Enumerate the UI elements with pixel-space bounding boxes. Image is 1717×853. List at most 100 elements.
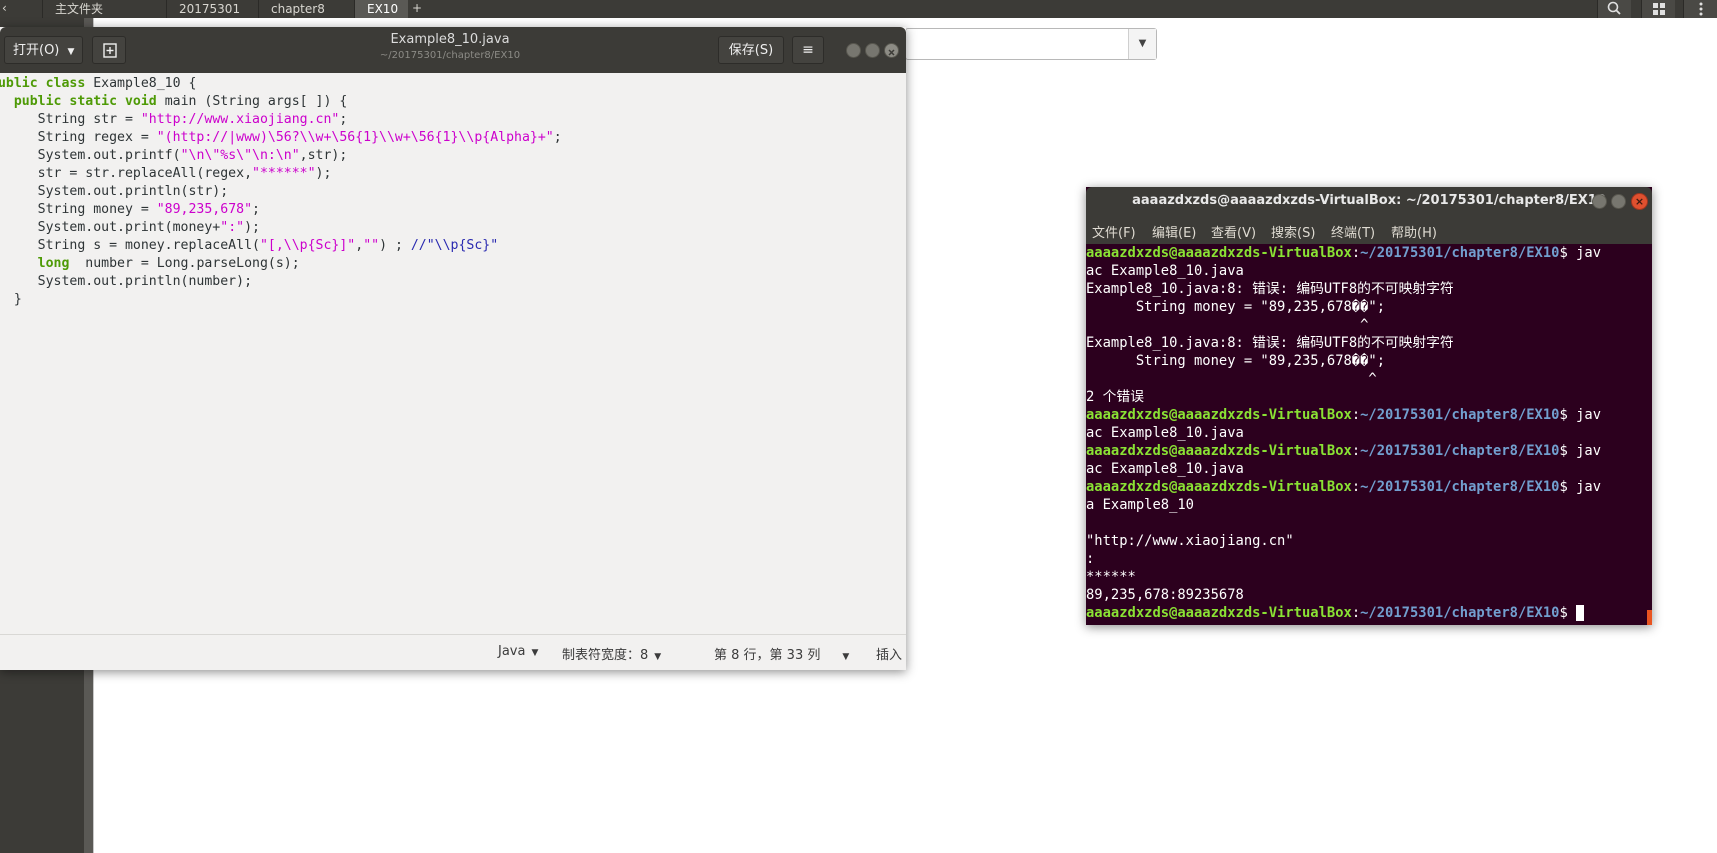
minimize-button[interactable] xyxy=(1592,194,1607,209)
text-segment: : xyxy=(1351,407,1361,423)
terminal-scrollbar[interactable] xyxy=(1647,610,1652,625)
overflow-menu-button[interactable] xyxy=(1683,0,1717,18)
text-segment: , xyxy=(355,238,364,253)
text-segment: System.out.printf( xyxy=(0,148,181,163)
tab-width-selector[interactable]: 制表符宽度：8 ▼ xyxy=(562,644,661,663)
breadcrumb-home[interactable]: 主文件夹 xyxy=(42,0,166,18)
maximize-button[interactable] xyxy=(1611,194,1626,209)
text-segment: ^ xyxy=(1086,371,1377,387)
code-line: str = str.replaceAll(regex,"******"); xyxy=(0,165,562,183)
terminal-text[interactable]: aaaazdxzds@aaaazdxzds-VirtualBox:~/20175… xyxy=(1086,244,1601,622)
text-segment: String money = "89,235,678��"; xyxy=(1086,299,1386,315)
text-segment: "89,235,678" xyxy=(156,202,253,217)
menu-edit[interactable]: 编辑(E) xyxy=(1152,222,1196,241)
close-icon: × xyxy=(1634,195,1645,208)
breadcrumb-chapter8[interactable]: chapter8 xyxy=(258,0,354,18)
text-segment: ; xyxy=(339,112,348,127)
text-segment: 2 个错误 xyxy=(1086,389,1145,405)
menu-search[interactable]: 搜索(S) xyxy=(1271,222,1315,241)
hamburger-menu-icon: ≡ xyxy=(802,42,814,58)
terminal-titlebar: aaaazdxzds@aaaazdxzds-VirtualBox: ~/2017… xyxy=(1086,187,1652,216)
save-button[interactable]: 保存(S) xyxy=(718,36,784,64)
maximize-button[interactable] xyxy=(865,43,880,58)
close-button[interactable] xyxy=(884,43,899,58)
tab-width-label: 制表符宽度：8 xyxy=(562,648,649,663)
menu-terminal[interactable]: 终端(T) xyxy=(1331,222,1375,241)
code-line: String regex = "(http://|www)\56?\\w+\56… xyxy=(0,129,562,147)
terminal-output[interactable]: aaaazdxzds@aaaazdxzds-VirtualBox:~/20175… xyxy=(1086,244,1652,625)
text-segment: public static void xyxy=(13,94,157,109)
text-segment: ,str); xyxy=(299,148,348,163)
terminal-line: ac Example8_10.java xyxy=(1086,424,1601,442)
text-segment: String str = xyxy=(0,112,141,127)
text-segment: ac Example8_10.java xyxy=(1086,461,1244,477)
chevron-down-icon[interactable]: ▼ xyxy=(1128,29,1156,59)
text-segment: aaaazdxzds@aaaazdxzds-VirtualBox xyxy=(1086,407,1352,423)
terminal-line: ****** xyxy=(1086,568,1601,586)
terminal-line: aaaazdxzds@aaaazdxzds-VirtualBox:~/20175… xyxy=(1086,406,1601,424)
location-combo[interactable]: ▼ xyxy=(905,28,1157,60)
terminal-line: Example8_10.java:8: 错误: 编码UTF8的不可映射字符 xyxy=(1086,334,1601,352)
terminal-line: aaaazdxzds@aaaazdxzds-VirtualBox:~/20175… xyxy=(1086,604,1601,622)
language-selector[interactable]: Java ▼ xyxy=(498,644,538,659)
gedit-headerbar: 打开(O) ▼ Example8_10.java ~/20175301/chap… xyxy=(0,27,906,73)
file-manager-toolbar: ‹ 主文件夹 20175301 chapter8 EX10 + xyxy=(0,0,1717,18)
text-segment: ~/20175301/chapter8/EX10 xyxy=(1360,605,1560,621)
code-line: System.out.println(str); xyxy=(0,183,562,201)
text-segment: ); xyxy=(244,220,260,235)
cursor-position-selector[interactable]: 第 8 行，第 33 列 ▼ xyxy=(714,644,849,663)
breadcrumb-ex10[interactable]: EX10 xyxy=(354,0,408,18)
grid-view-icon xyxy=(1653,3,1665,15)
menu-view[interactable]: 查看(V) xyxy=(1211,222,1256,241)
search-icon xyxy=(1607,1,1621,15)
text-segment: ; xyxy=(553,130,562,145)
text-segment: ~/20175301/chapter8/EX10 xyxy=(1360,443,1560,459)
add-tab-icon[interactable]: + xyxy=(412,0,422,18)
text-segment: "(http://|www)\56?\\w+\56{1}\\w+\56{1}\\… xyxy=(156,130,554,145)
menu-help[interactable]: 帮助(H) xyxy=(1391,222,1437,241)
back-arrow-icon[interactable]: ‹ xyxy=(2,0,7,18)
menu-file[interactable]: 文件(F) xyxy=(1092,222,1136,241)
terminal-line: 2 个错误 xyxy=(1086,388,1601,406)
terminal-line: ^ xyxy=(1086,316,1601,334)
text-segment: String money = xyxy=(0,202,157,217)
text-segment: : xyxy=(1351,443,1361,459)
text-segment: long xyxy=(37,256,70,271)
open-button[interactable]: 打开(O) ▼ xyxy=(4,36,84,64)
search-button[interactable] xyxy=(1597,0,1631,18)
text-segment: "http://www.xiaojiang.cn" xyxy=(140,112,340,127)
close-icon xyxy=(888,49,895,56)
text-segment: ) ; xyxy=(379,238,411,253)
minimize-button[interactable] xyxy=(846,43,861,58)
close-button[interactable]: × xyxy=(1631,193,1648,210)
text-segment: $ xyxy=(1559,605,1577,621)
gedit-statusbar: Java ▼ 制表符宽度：8 ▼ 第 8 行，第 33 列 ▼ 插入 xyxy=(0,634,906,670)
gedit-menu-button[interactable]: ≡ xyxy=(792,36,824,64)
code-line: String money = "89,235,678"; xyxy=(0,201,562,219)
text-segment: 89,235,678:89235678 xyxy=(1086,587,1244,603)
text-segment xyxy=(0,94,14,109)
code-text[interactable]: public class Example8_10 { public static… xyxy=(0,75,562,327)
text-segment: : xyxy=(1351,605,1361,621)
text-segment: aaaazdxzds@aaaazdxzds-VirtualBox xyxy=(1086,245,1352,261)
new-document-button[interactable] xyxy=(92,36,126,64)
code-editor[interactable]: public class Example8_10 { public static… xyxy=(0,73,906,634)
code-line: System.out.printf("\n\"%s\"\n:\n",str); xyxy=(0,147,562,165)
text-segment: ~/20175301/chapter8/EX10 xyxy=(1360,245,1560,261)
insert-mode-label[interactable]: 插入 xyxy=(876,644,902,663)
view-options-button[interactable] xyxy=(1641,0,1675,18)
open-button-label: 打开(O) xyxy=(13,43,60,58)
breadcrumb-20175301[interactable]: 20175301 xyxy=(166,0,258,18)
chevron-down-icon: ▼ xyxy=(67,47,75,57)
text-segment: ); xyxy=(315,166,332,181)
code-line: String s = money.replaceAll("[,\\p{Sc}]"… xyxy=(0,237,562,255)
text-segment: String regex = xyxy=(0,130,157,145)
text-segment: main (String args[ ]) { xyxy=(156,94,348,109)
text-cursor xyxy=(1576,605,1585,621)
text-segment: "" xyxy=(363,238,380,253)
text-segment: number = Long.parseLong(s); xyxy=(69,256,300,271)
code-line: System.out.print(money+":"); xyxy=(0,219,562,237)
text-segment: ****** xyxy=(1086,569,1136,585)
text-segment: String s = money.replaceAll( xyxy=(0,238,260,253)
text-segment: ~/20175301/chapter8/EX10 xyxy=(1360,479,1560,495)
